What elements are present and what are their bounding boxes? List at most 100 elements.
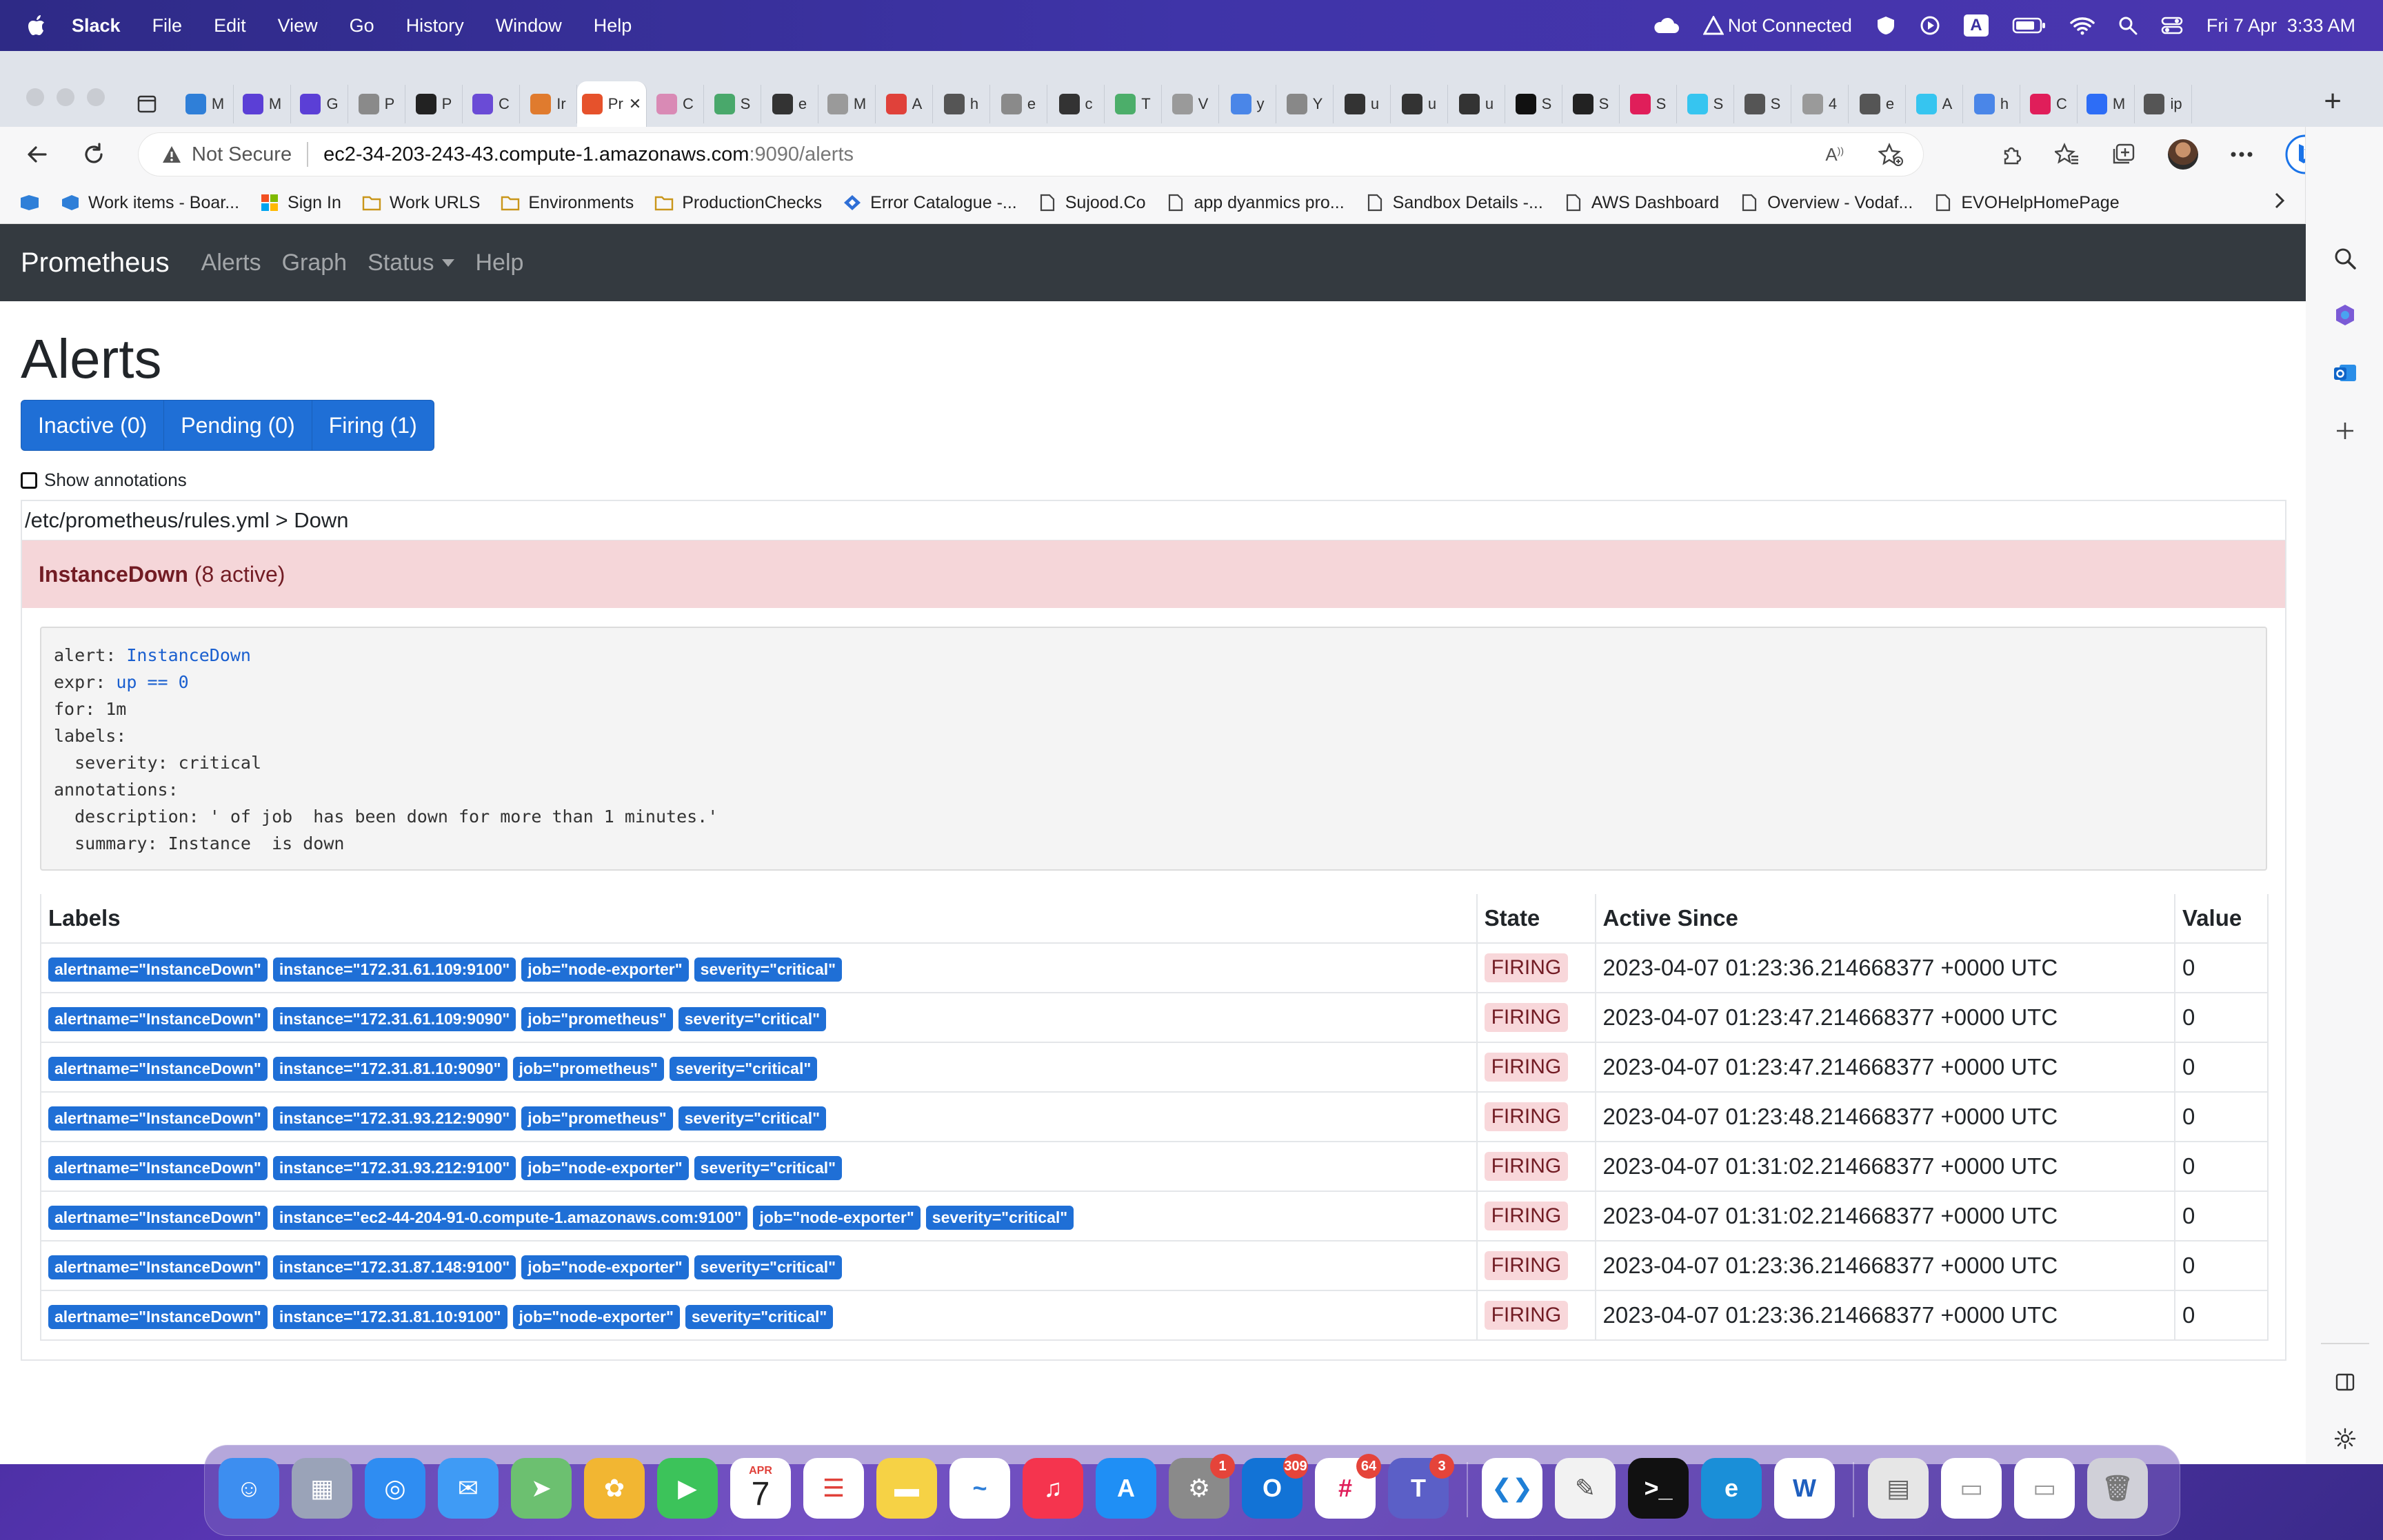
menubar-clock[interactable]: Fri 7 Apr 3:33 AM xyxy=(2206,15,2355,37)
slack-icon[interactable]: #64 xyxy=(1315,1454,1381,1519)
teams-icon[interactable]: T3 xyxy=(1388,1454,1454,1519)
menu-view[interactable]: View xyxy=(278,15,318,37)
browser-tab[interactable]: S xyxy=(1734,85,1791,123)
reminders-icon[interactable]: ☰ xyxy=(803,1458,864,1519)
more-menu-icon[interactable] xyxy=(2230,151,2253,158)
browser-tab[interactable]: S xyxy=(1620,85,1677,123)
browser-tab[interactable]: M xyxy=(818,85,876,123)
collections-icon[interactable] xyxy=(2111,143,2136,166)
bookmark-item[interactable]: app dyanmics pro... xyxy=(1166,193,1345,213)
menu-history[interactable]: History xyxy=(406,15,464,37)
browser-tab[interactable]: M xyxy=(2078,85,2135,123)
freeform-icon[interactable]: ~ xyxy=(949,1458,1010,1519)
safari-icon[interactable]: ◎ xyxy=(365,1458,425,1519)
tab-active[interactable]: Pr ✕ xyxy=(577,81,647,127)
menu-file[interactable]: File xyxy=(152,15,183,37)
window-thumb-icon[interactable]: ▭ xyxy=(1941,1458,2002,1519)
browser-tab[interactable]: V xyxy=(1162,85,1219,123)
browser-tab[interactable]: Ir xyxy=(520,85,577,123)
vscode-icon[interactable]: ❮❯ xyxy=(1482,1458,1542,1519)
menu-window[interactable]: Window xyxy=(496,15,562,37)
filter-inactive-button[interactable]: Inactive (0) xyxy=(21,400,165,451)
browser-tab[interactable]: C xyxy=(2020,85,2078,123)
appstore-icon[interactable]: A xyxy=(1096,1458,1156,1519)
reload-button[interactable] xyxy=(73,134,114,175)
wifi-icon[interactable] xyxy=(2070,16,2095,35)
maps-icon[interactable]: ➤ xyxy=(511,1458,572,1519)
browser-tab[interactable]: e xyxy=(990,85,1047,123)
back-button[interactable] xyxy=(17,134,58,175)
spotlight-search-icon[interactable] xyxy=(2118,16,2138,35)
browser-tab[interactable]: A xyxy=(1906,85,1963,123)
menu-go[interactable]: Go xyxy=(350,15,374,37)
minimize-window-button[interactable] xyxy=(57,88,74,106)
window-thumb-2-icon[interactable]: ▭ xyxy=(2014,1458,2075,1519)
browser-tab[interactable]: ip xyxy=(2135,85,2192,123)
bookmark-item[interactable]: Overview - Vodaf... xyxy=(1740,193,1913,213)
browser-tab[interactable]: P xyxy=(405,85,463,123)
bookmark-item[interactable]: Work URLS xyxy=(362,193,480,213)
trash-icon[interactable]: 🗑 xyxy=(2087,1458,2148,1519)
mail-icon[interactable]: ✉ xyxy=(438,1458,499,1519)
close-tab-icon[interactable]: ✕ xyxy=(629,95,641,113)
browser-tab[interactable]: S xyxy=(1562,85,1620,123)
browser-tab[interactable]: M xyxy=(177,85,234,123)
apple-icon[interactable] xyxy=(28,15,46,36)
tab-actions-icon[interactable] xyxy=(137,94,157,118)
rule-expr-link[interactable]: up == 0 xyxy=(116,672,188,692)
show-annotations-checkbox[interactable] xyxy=(21,472,37,489)
vpn-status[interactable]: Not Connected xyxy=(1702,15,1852,37)
browser-tab[interactable]: u xyxy=(1391,85,1448,123)
browser-tab[interactable]: y xyxy=(1219,85,1276,123)
browser-tab[interactable]: G xyxy=(291,85,348,123)
show-annotations-toggle[interactable]: Show annotations xyxy=(21,469,187,491)
bookmark-item[interactable]: Environments xyxy=(501,193,634,213)
filter-pending-button[interactable]: Pending (0) xyxy=(163,400,312,451)
nav-graph[interactable]: Graph xyxy=(282,250,348,276)
read-aloud-icon[interactable]: A)) xyxy=(1825,144,1844,165)
browser-tab[interactable]: M xyxy=(234,85,291,123)
battery-icon[interactable] xyxy=(2012,17,2047,34)
facetime-icon[interactable]: ▶ xyxy=(657,1458,718,1519)
new-tab-button[interactable]: + xyxy=(2324,84,2342,119)
bookmark-item[interactable]: Work items - Boar... xyxy=(61,193,239,213)
notes-icon[interactable]: ▬ xyxy=(876,1458,937,1519)
preview-icon[interactable]: ▤ xyxy=(1868,1458,1929,1519)
browser-tab[interactable]: C xyxy=(647,85,704,123)
sidebar-settings-icon[interactable] xyxy=(2331,1424,2360,1453)
warning-triangle-icon[interactable] xyxy=(161,145,182,164)
browser-tab[interactable]: e xyxy=(1849,85,1906,123)
bookmark-item[interactable]: EVOHelpHomePage xyxy=(1933,193,2120,213)
shield-icon[interactable] xyxy=(1876,15,1896,36)
sidebar-tools-icon[interactable] xyxy=(2331,301,2360,330)
browser-tab[interactable]: h xyxy=(933,85,990,123)
word-icon[interactable]: W xyxy=(1774,1458,1835,1519)
browser-tab[interactable]: 4 xyxy=(1791,85,1849,123)
sidebar-search-icon[interactable] xyxy=(2331,244,2360,273)
music-icon[interactable]: ♫ xyxy=(1023,1458,1083,1519)
bookmarks-overflow-icon[interactable] xyxy=(2273,191,2286,215)
browser-tab[interactable]: Y xyxy=(1276,85,1334,123)
address-bar[interactable]: Not Secure ec2-34-203-243-43.compute-1.a… xyxy=(138,132,1924,176)
textedit-icon[interactable]: ✎ xyxy=(1555,1458,1616,1519)
bookmark-item[interactable]: AWS Dashboard xyxy=(1564,193,1719,213)
browser-tab[interactable]: C xyxy=(463,85,520,123)
menu-help[interactable]: Help xyxy=(594,15,632,37)
finder-icon[interactable]: ☺ xyxy=(219,1458,279,1519)
browser-tab[interactable]: c xyxy=(1047,85,1105,123)
bookmark-workspace-icon[interactable] xyxy=(19,194,40,212)
browser-tab[interactable]: A xyxy=(876,85,933,123)
nav-status[interactable]: Status xyxy=(368,250,455,276)
bookmark-item[interactable]: Error Catalogue -... xyxy=(843,193,1017,213)
bookmark-item[interactable]: Sandbox Details -... xyxy=(1365,193,1543,213)
menu-app-name[interactable]: Slack xyxy=(72,15,121,37)
control-center-icon[interactable] xyxy=(2161,16,2183,35)
photos-icon[interactable]: ✿ xyxy=(584,1458,645,1519)
close-window-button[interactable] xyxy=(26,88,44,106)
bookmark-item[interactable]: Sign In xyxy=(260,193,341,213)
browser-tab[interactable]: u xyxy=(1334,85,1391,123)
edge-icon[interactable]: e xyxy=(1701,1458,1762,1519)
play-circle-icon[interactable] xyxy=(1920,15,1940,36)
extensions-icon[interactable] xyxy=(2000,143,2023,166)
prometheus-brand[interactable]: Prometheus xyxy=(21,247,170,278)
